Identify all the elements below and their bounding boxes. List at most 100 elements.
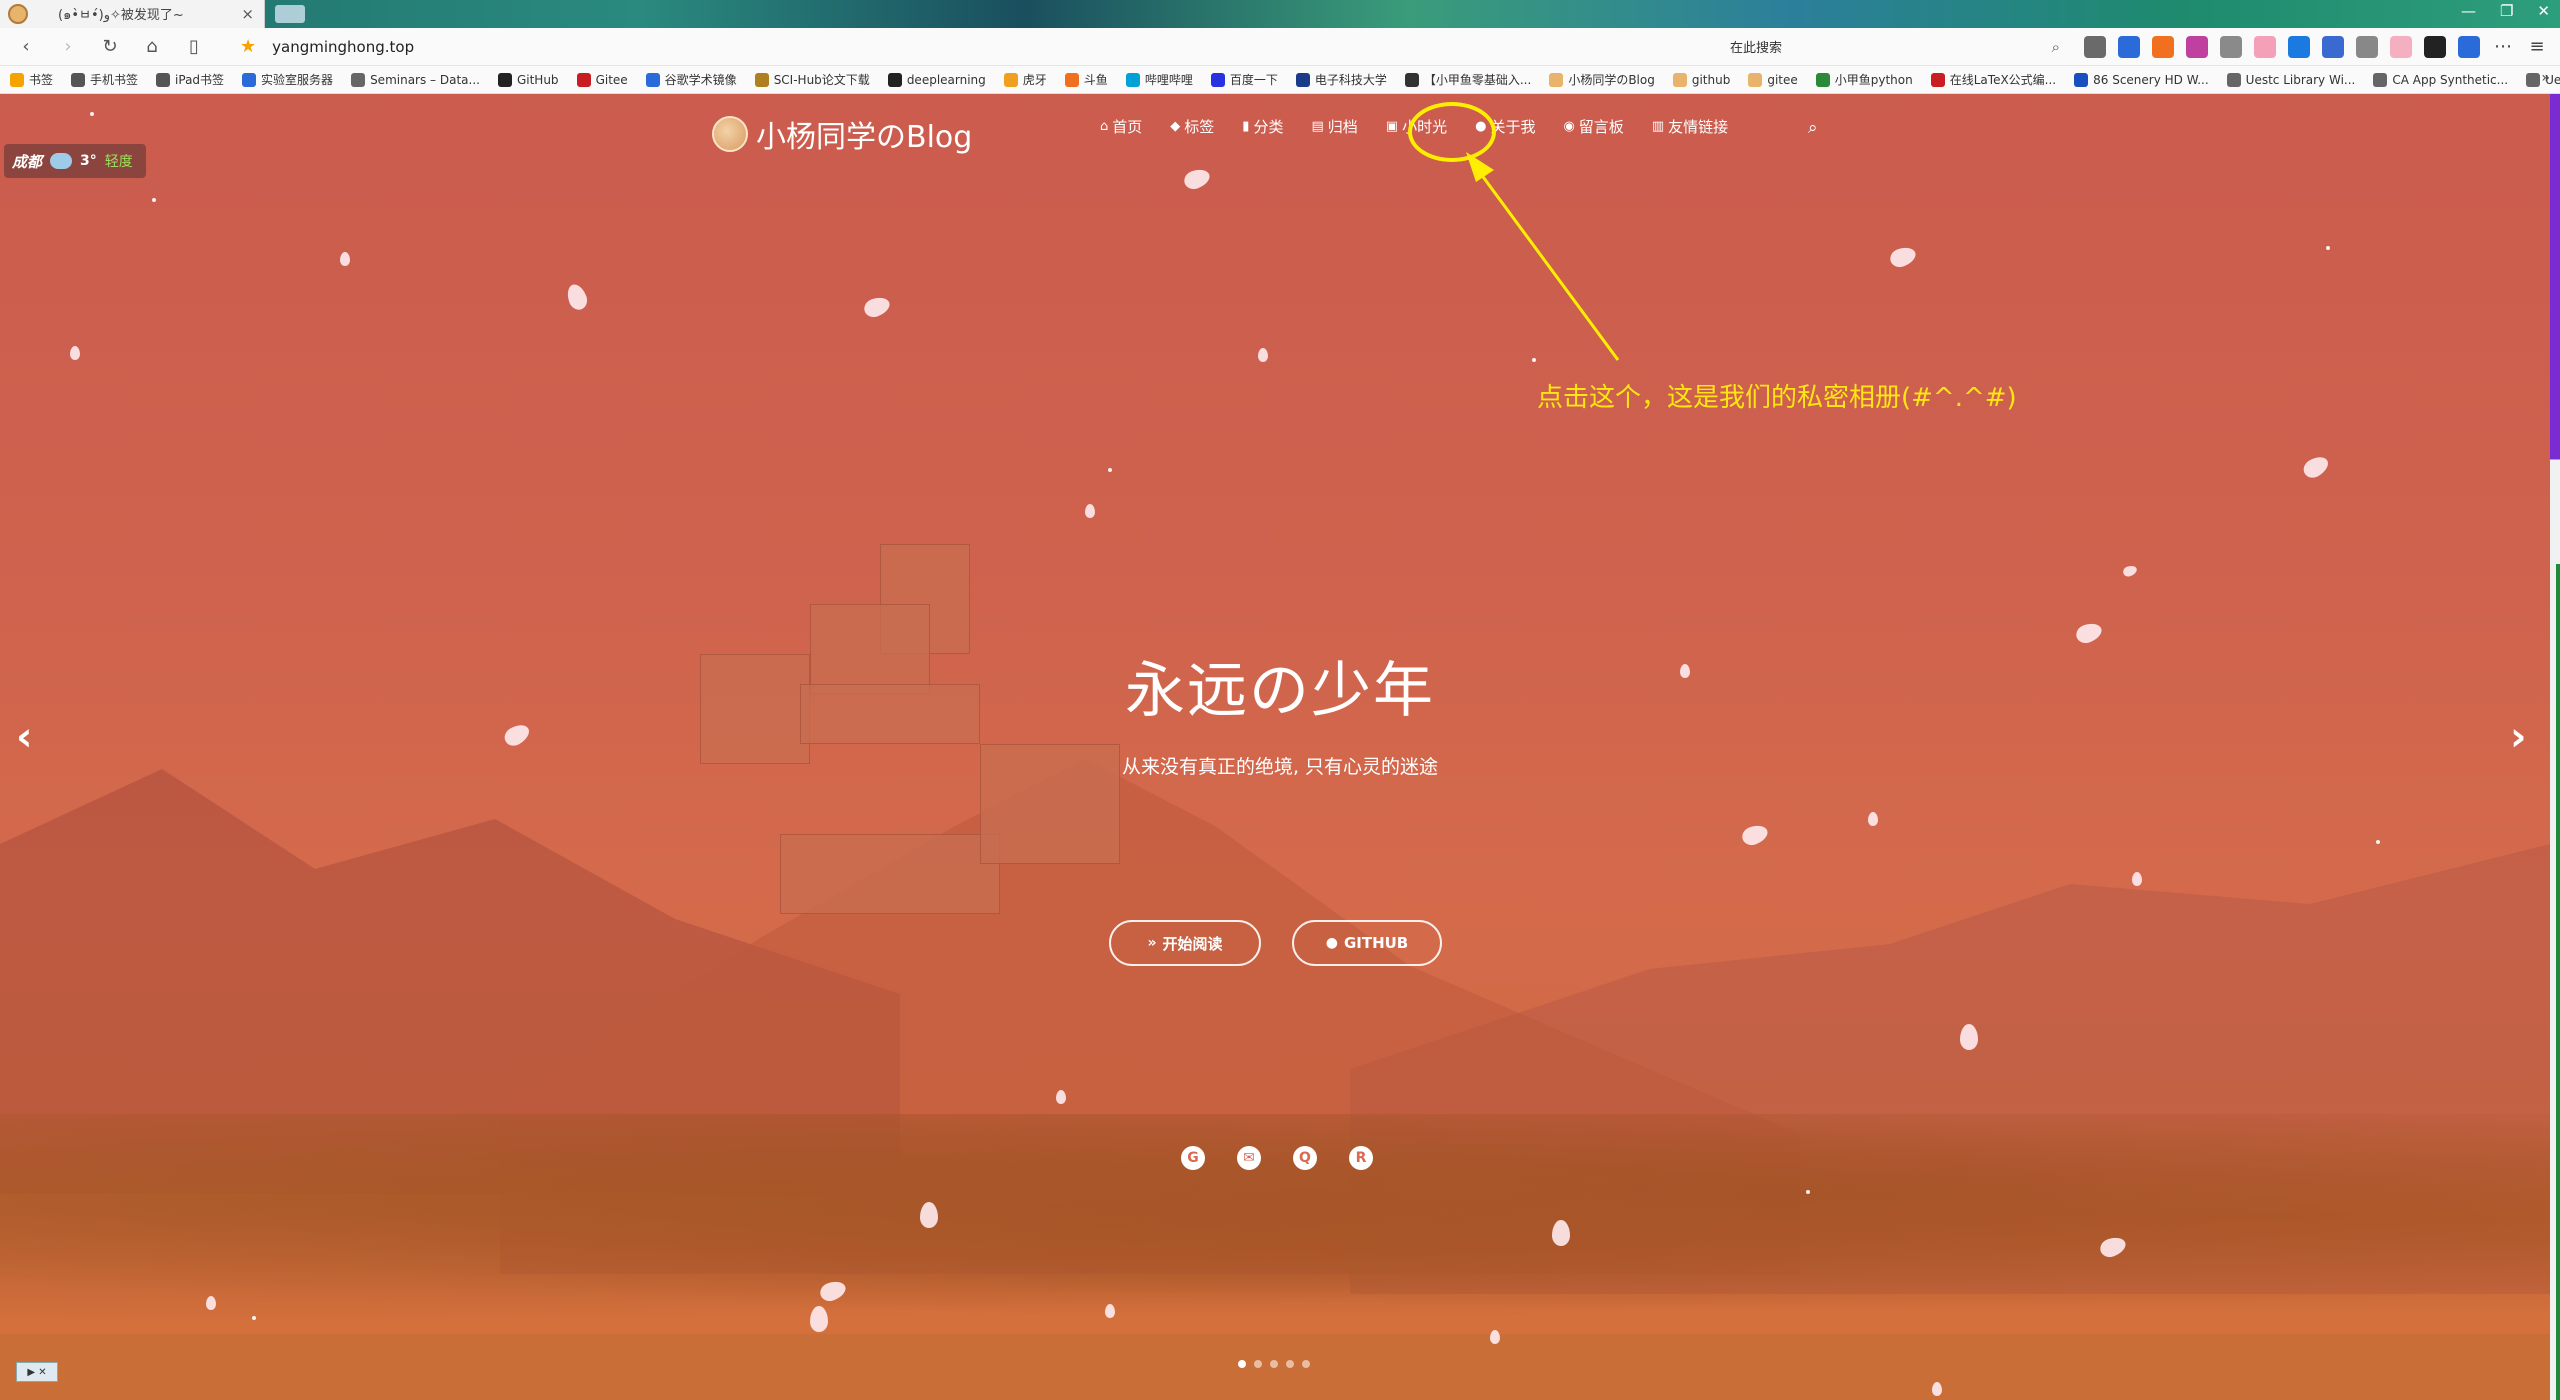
search-engine-label[interactable]: 在此搜索 [1730, 37, 1782, 56]
email-icon[interactable]: ✉ [1237, 1146, 1261, 1170]
forward-icon[interactable]: › [54, 36, 82, 57]
bookmark-item[interactable]: GitHub [497, 72, 559, 87]
extension-icon[interactable] [2118, 35, 2140, 58]
minimize-icon[interactable]: — [2461, 2, 2476, 20]
bookmark-item[interactable]: Gitee [576, 72, 628, 87]
active-tab[interactable]: (๑•̀ㅂ•́)و✧被发现了~ × [0, 0, 265, 28]
rss-icon[interactable]: R [1349, 1146, 1373, 1170]
carousel-dot[interactable] [1270, 1360, 1278, 1368]
annotation-text: 点击这个，这是我们的私密相册(#^.^#) [1537, 383, 2017, 413]
start-reading-button[interactable]: » 开始阅读 [1109, 920, 1261, 966]
more-icon[interactable]: ⋯ [2492, 36, 2514, 58]
scrollbar[interactable] [2550, 94, 2560, 1400]
bookmark-item[interactable]: 哔哩哔哩 [1125, 71, 1193, 88]
new-tab-button[interactable] [275, 5, 305, 23]
petal [920, 1202, 938, 1228]
site-search-icon[interactable]: ⌕ [1808, 118, 1818, 138]
tab-close-icon[interactable]: × [241, 5, 254, 23]
carousel-dot[interactable] [1238, 1360, 1246, 1368]
menu-icon[interactable]: ≡ [2526, 36, 2548, 58]
bookmark-item[interactable]: 谷歌学术镜像 [645, 71, 737, 88]
bookmark-item[interactable]: github [1672, 72, 1730, 87]
nav-item-7[interactable]: ▥ 友情链接 [1652, 116, 1728, 137]
bookmark-item[interactable]: 在线LaTeX公式编... [1930, 71, 2056, 88]
search-box[interactable]: 在此搜索 ⌕ [1730, 34, 2060, 60]
bookmark-icon: ▮ [1242, 119, 1250, 134]
site-logo[interactable]: 小杨同学のBlog [712, 112, 972, 156]
reader-icon[interactable]: ▯ [180, 36, 208, 57]
close-window-icon[interactable]: ✕ [2537, 2, 2550, 20]
bookmark-item[interactable]: 小甲鱼python [1815, 71, 1913, 88]
nav-item-3[interactable]: ▤ 归档 [1311, 116, 1357, 137]
extension-icon[interactable] [2152, 35, 2174, 58]
extension-icon[interactable] [2186, 35, 2208, 58]
bookmark-item[interactable]: 小杨同学のBlog [1549, 71, 1655, 88]
extension-icon[interactable] [2288, 35, 2310, 58]
extension-icon[interactable] [2220, 35, 2242, 58]
site-title[interactable]: 小杨同学のBlog [756, 112, 972, 156]
extension-icon[interactable] [2424, 35, 2446, 58]
weather-city: 成都 [12, 152, 43, 171]
carousel-dot[interactable] [1286, 1360, 1294, 1368]
bookmark-item[interactable]: 电子科技大学 [1295, 71, 1387, 88]
bookmark-item[interactable]: SCI-Hub论文下载 [754, 71, 870, 88]
hero-title: 永远の少年 [1125, 656, 1435, 726]
search-icon[interactable]: ⌕ [2052, 38, 2060, 56]
carousel-prev-icon[interactable]: ‹ [16, 714, 32, 760]
bookmark-item[interactable]: 实验室服务器 [242, 71, 333, 88]
home-icon[interactable]: ⌂ [138, 36, 166, 57]
github-button[interactable]: ● GITHUB [1292, 920, 1442, 966]
bookmark-item[interactable]: deeplearning [887, 72, 986, 87]
bookmark-item[interactable]: Seminars – Data... [351, 72, 480, 87]
github-icon[interactable]: G [1181, 1146, 1205, 1170]
restore-icon[interactable]: ❐ [2500, 2, 2513, 20]
petal [2326, 246, 2330, 250]
nav-item-0[interactable]: ⌂ 首页 [1100, 116, 1142, 137]
bookmark-item[interactable]: CA App Synthetic... [2373, 72, 2508, 87]
blog-icon [1672, 72, 1687, 87]
qq-icon[interactable]: Q [1293, 1146, 1317, 1170]
petal [1056, 1090, 1066, 1104]
bookmark-star-icon[interactable]: ★ [240, 36, 256, 57]
back-icon[interactable]: ‹ [12, 36, 40, 57]
bookmark-item[interactable]: iPad书签 [156, 71, 224, 88]
extension-icon[interactable] [2084, 35, 2106, 58]
phone-icon [71, 72, 86, 87]
bookmark-label: Gitee [595, 72, 628, 87]
bookmark-label: iPad书签 [175, 73, 225, 87]
bookmark-item[interactable]: 86 Scenery HD W... [2074, 72, 2209, 87]
petal [90, 112, 94, 116]
reload-icon[interactable]: ↻ [96, 36, 124, 57]
bookmark-label: 小甲鱼python [1834, 73, 1913, 87]
extension-icon[interactable] [2322, 35, 2344, 58]
bookmark-item[interactable]: 手机书签 [71, 71, 138, 88]
bookmark-label: 【小甲鱼零基础入... [1423, 73, 1532, 87]
bookmark-item[interactable]: Uestc Library Wi... [2226, 72, 2355, 87]
comments-icon: ◉ [1563, 119, 1575, 134]
weather-widget[interactable]: 成都 3° 轻度 [4, 144, 146, 178]
ad-badge[interactable]: ▶ ✕ [16, 1362, 58, 1382]
bookmark-item[interactable]: 斗鱼 [1064, 71, 1108, 88]
browser-window: (๑•̀ㅂ•́)و✧被发现了~ × — ❐ ✕ ‹ › ↻ ⌂ ▯ ★ yang… [0, 0, 2560, 1400]
bookmark-item[interactable]: 虎牙 [1003, 71, 1047, 88]
nav-item-6[interactable]: ◉ 留言板 [1563, 116, 1623, 137]
bookmark-item[interactable]: 【小甲鱼零基础入... [1404, 71, 1532, 88]
extension-icon[interactable] [2356, 35, 2378, 58]
carousel-dot[interactable] [1302, 1360, 1310, 1368]
carousel-dot[interactable] [1254, 1360, 1262, 1368]
carousel-next-icon[interactable]: › [2510, 714, 2526, 760]
avatar [712, 116, 748, 152]
extension-icon[interactable] [2390, 35, 2412, 58]
bookmark-item[interactable]: 书签 [10, 71, 53, 88]
bookmarks-overflow-icon[interactable]: » [2541, 70, 2550, 86]
bookmark-item[interactable]: gitee [1748, 72, 1798, 87]
extension-icon[interactable] [2254, 35, 2276, 58]
petal [2073, 620, 2105, 646]
nav-item-1[interactable]: ◆ 标签 [1170, 116, 1214, 137]
bookmark-item[interactable]: 百度一下 [1210, 71, 1278, 88]
url-field[interactable]: yangminghong.top [272, 38, 1730, 56]
search-input[interactable] [1790, 39, 2052, 54]
translate-icon[interactable] [2458, 35, 2480, 58]
carousel-indicators [1238, 1360, 1310, 1368]
nav-item-2[interactable]: ▮ 分类 [1242, 116, 1283, 137]
